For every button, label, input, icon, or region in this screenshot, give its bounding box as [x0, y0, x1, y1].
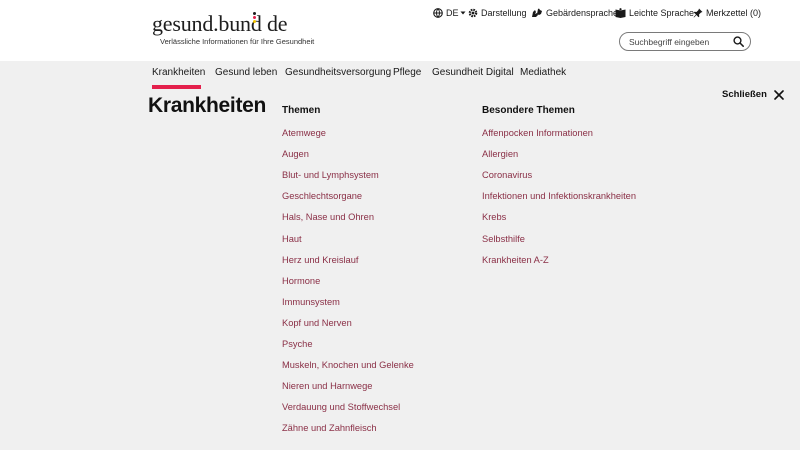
language-label: DE: [446, 8, 459, 18]
menu-link[interactable]: Atemwege: [282, 128, 326, 138]
menu-link[interactable]: Affenpocken Informationen: [482, 128, 593, 138]
site-header: gesund.bund de Verlässliche Informatione…: [0, 0, 800, 61]
chevron-down-icon: [460, 11, 466, 15]
nav-item-gesund-leben[interactable]: Gesund leben: [215, 67, 277, 78]
logo-tld: de: [266, 11, 288, 36]
close-icon: [774, 89, 784, 100]
menu-link[interactable]: Herz und Kreislauf: [282, 255, 358, 265]
menu-link[interactable]: Krebs: [482, 212, 506, 222]
menu-link[interactable]: Verdauung und Stoffwechsel: [282, 402, 400, 412]
menu-link[interactable]: Selbsthilfe: [482, 234, 525, 244]
nav-item-gesundheitsversorgung[interactable]: Gesundheitsversorgung: [285, 67, 391, 78]
menu-link[interactable]: Blut- und Lymphsystem: [282, 170, 379, 180]
menu-link[interactable]: Geschlechtsorgane: [282, 191, 362, 201]
menu-link[interactable]: Hals, Nase und Ohren: [282, 212, 374, 222]
logo-tagline: Verlässliche Informationen für Ihre Gesu…: [160, 37, 315, 46]
menu-link[interactable]: Hormone: [282, 276, 320, 286]
logo-color-dots: [253, 12, 257, 23]
nav-item-mediathek[interactable]: Mediathek: [520, 67, 566, 78]
menu-link[interactable]: Muskeln, Knochen und Gelenke: [282, 360, 414, 370]
menu-link[interactable]: Kopf und Nerven: [282, 318, 352, 328]
menu-link[interactable]: Coronavirus: [482, 170, 532, 180]
bookmarks-label: Merkzettel (0): [706, 8, 762, 18]
book-icon: [615, 8, 626, 18]
menu-link[interactable]: Infektionen und Infektionskrankheiten: [482, 191, 636, 201]
search-icon[interactable]: [733, 36, 744, 47]
menu-link[interactable]: Immunsystem: [282, 297, 340, 307]
pin-icon: [693, 8, 703, 18]
easy-language-label: Leichte Sprache: [629, 8, 695, 18]
search-input[interactable]: Suchbegriff eingeben: [629, 37, 709, 47]
bookmarks-link[interactable]: Merkzettel (0): [693, 7, 761, 19]
sign-language-label: Gebärdensprache: [546, 8, 619, 18]
active-nav-indicator: [152, 85, 201, 89]
globe-icon: [433, 8, 443, 18]
sign-language-hands-icon: [532, 8, 542, 17]
menu-link[interactable]: Zähne und Zahnfleisch: [282, 423, 377, 433]
special-topics-heading: Besondere Themen: [482, 105, 575, 116]
close-label: Schließen: [722, 89, 767, 100]
menu-link[interactable]: Allergien: [482, 149, 518, 159]
menu-title: Krankheiten: [148, 94, 267, 117]
search-field[interactable]: Suchbegriff eingeben: [619, 32, 751, 51]
logo-text: gesund.bund: [152, 11, 262, 36]
easy-language-link[interactable]: Leichte Sprache: [615, 7, 694, 19]
menu-link[interactable]: Augen: [282, 149, 309, 159]
close-menu-button[interactable]: Schließen: [722, 89, 784, 100]
site-logo[interactable]: gesund.bund de Verlässliche Informatione…: [152, 11, 315, 47]
themen-heading: Themen: [282, 105, 321, 116]
display-settings-label: Darstellung: [481, 8, 527, 18]
nav-item-gesundheit-digital[interactable]: Gesundheit Digital: [432, 67, 514, 78]
menu-link[interactable]: Krankheiten A-Z: [482, 255, 549, 265]
language-switcher[interactable]: DE: [433, 7, 469, 19]
menu-link[interactable]: Haut: [282, 234, 302, 244]
sign-language-link[interactable]: Gebärdensprache: [531, 7, 618, 19]
menu-link[interactable]: Psyche: [282, 339, 313, 349]
nav-item-pflege[interactable]: Pflege: [393, 67, 421, 78]
menu-link[interactable]: Nieren und Harnwege: [282, 381, 372, 391]
display-settings-link[interactable]: Darstellung: [468, 7, 527, 19]
nav-item-krankheiten[interactable]: Krankheiten: [152, 67, 205, 78]
gear-icon: [468, 8, 478, 18]
